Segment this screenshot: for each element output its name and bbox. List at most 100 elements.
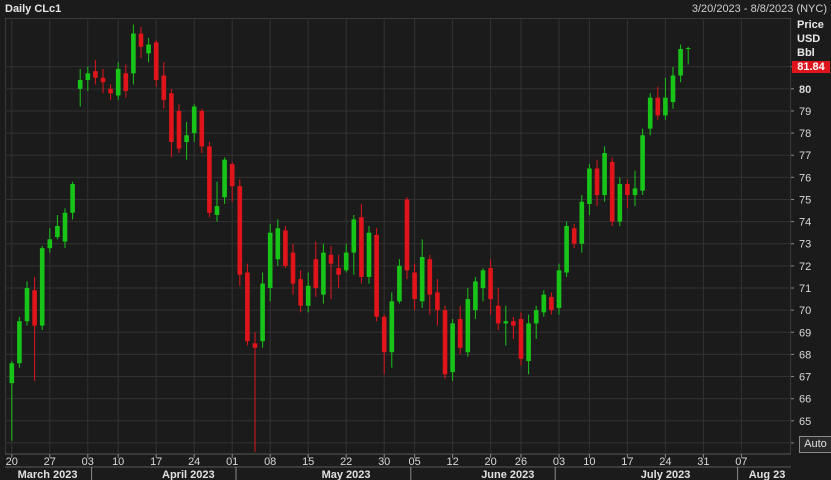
month-label: June 2023 [481,469,534,480]
month-label: April 2023 [162,469,215,480]
candle-body [161,75,167,100]
x-axis: 20 27 03 10 17 24 01 08 15 22 30 05 12 20 26 03 10 17 24 31… [5,454,791,480]
candle-body [260,283,265,342]
candle [617,177,623,227]
y-tick-label: 66 [799,394,811,406]
candle-body [541,294,547,313]
candle-body [397,265,402,302]
candle-body [93,71,98,78]
y-tick-label: 67 [799,372,811,384]
y-tick-label: 73 [799,239,811,251]
x-tick-label: 17 [621,456,633,468]
date-range: 3/20/2023 - 8/8/2023 (NYC) [691,3,827,15]
y-tick-label: 77 [799,150,811,162]
candle-body [602,153,607,196]
candle-body [184,135,189,142]
y-tick-label: 69 [799,327,811,339]
candle-body [176,110,182,149]
candle [609,157,615,227]
candle [450,318,455,381]
candle [283,226,288,269]
x-tick-label: 20 [484,456,496,468]
candle-body [564,226,569,273]
candle-body [389,301,395,353]
candle-body [199,110,205,147]
y-tick-label: 70 [799,305,811,317]
y-tick-label: 72 [799,261,811,273]
x-tick-label: 03 [82,456,94,468]
candle-body [473,281,478,311]
candle [176,104,182,154]
candle-body [115,68,121,96]
candle-body [488,268,493,300]
candle-body [351,219,357,253]
x-tick-label: 31 [697,456,709,468]
y-tick-label: 71 [799,283,811,295]
y-tick-label: 68 [799,349,811,361]
candle-body [321,252,326,295]
instrument-title: Daily CLc1 [5,3,62,15]
candle-body [85,73,91,80]
candle-body [336,268,341,275]
candle-body [214,206,220,215]
candle-body [609,161,615,222]
candle-body [427,259,433,295]
candle-body [571,228,577,244]
candle-body [245,272,250,342]
candle-body [237,186,243,275]
candle-body [594,168,600,196]
candle-body [640,135,645,191]
candle-body [146,44,151,54]
candle-body [495,305,501,324]
candle [442,305,448,379]
candle-body [207,146,212,213]
candle [556,263,562,315]
candle [245,263,250,346]
candle [640,128,645,196]
candle [153,40,159,87]
auto-scale-button[interactable]: Auto [799,436,831,453]
candle-body [275,228,281,260]
candle-body [191,106,197,134]
chart-header: Daily CLc1 3/20/2023 - 8/8/2023 (NYC) [0,0,831,18]
candle-body [435,292,440,311]
candle-body [442,310,448,375]
candle [207,141,212,218]
candle-body [526,323,531,362]
candle-body [283,230,288,266]
y-tick-label: 75 [799,194,811,206]
price-axis[interactable]: Price USD Bbl 64656667686970717273747576… [791,18,831,454]
x-tick-label: 20 [6,456,18,468]
candle-body [39,248,45,326]
candlestick-chart[interactable]: 20 27 03 10 17 24 01 08 15 22 30 05 12 20 26 03 10 17 24 31… [5,18,791,480]
x-tick-label: 24 [659,456,671,468]
candle-body [153,42,159,80]
x-tick-label: 07 [735,456,747,468]
candle-body [62,212,68,242]
candle-body [108,88,113,94]
candle-body [313,259,319,289]
candle-body [511,321,516,326]
candle-body [419,257,425,302]
candle-body [328,254,334,264]
x-tick-label: 22 [340,456,352,468]
y-tick-label: 76 [799,172,811,184]
candle [260,272,265,348]
candle-body [678,48,683,76]
candle-body [465,299,471,353]
candle-body [138,33,144,47]
candle [518,312,524,366]
candle-body [685,48,691,50]
y-tick-label: 65 [799,416,811,428]
y-tick-label: 78 [799,128,811,140]
candle-body [267,232,273,289]
x-tick-label: 08 [264,456,276,468]
month-label: July 2023 [641,469,691,480]
candle-body [222,159,227,198]
candle-body [625,183,630,196]
x-tick-label: 17 [150,456,162,468]
x-tick-label: 15 [302,456,314,468]
candle-body [632,188,638,196]
candle-body [533,310,539,324]
candle-body [412,272,417,300]
